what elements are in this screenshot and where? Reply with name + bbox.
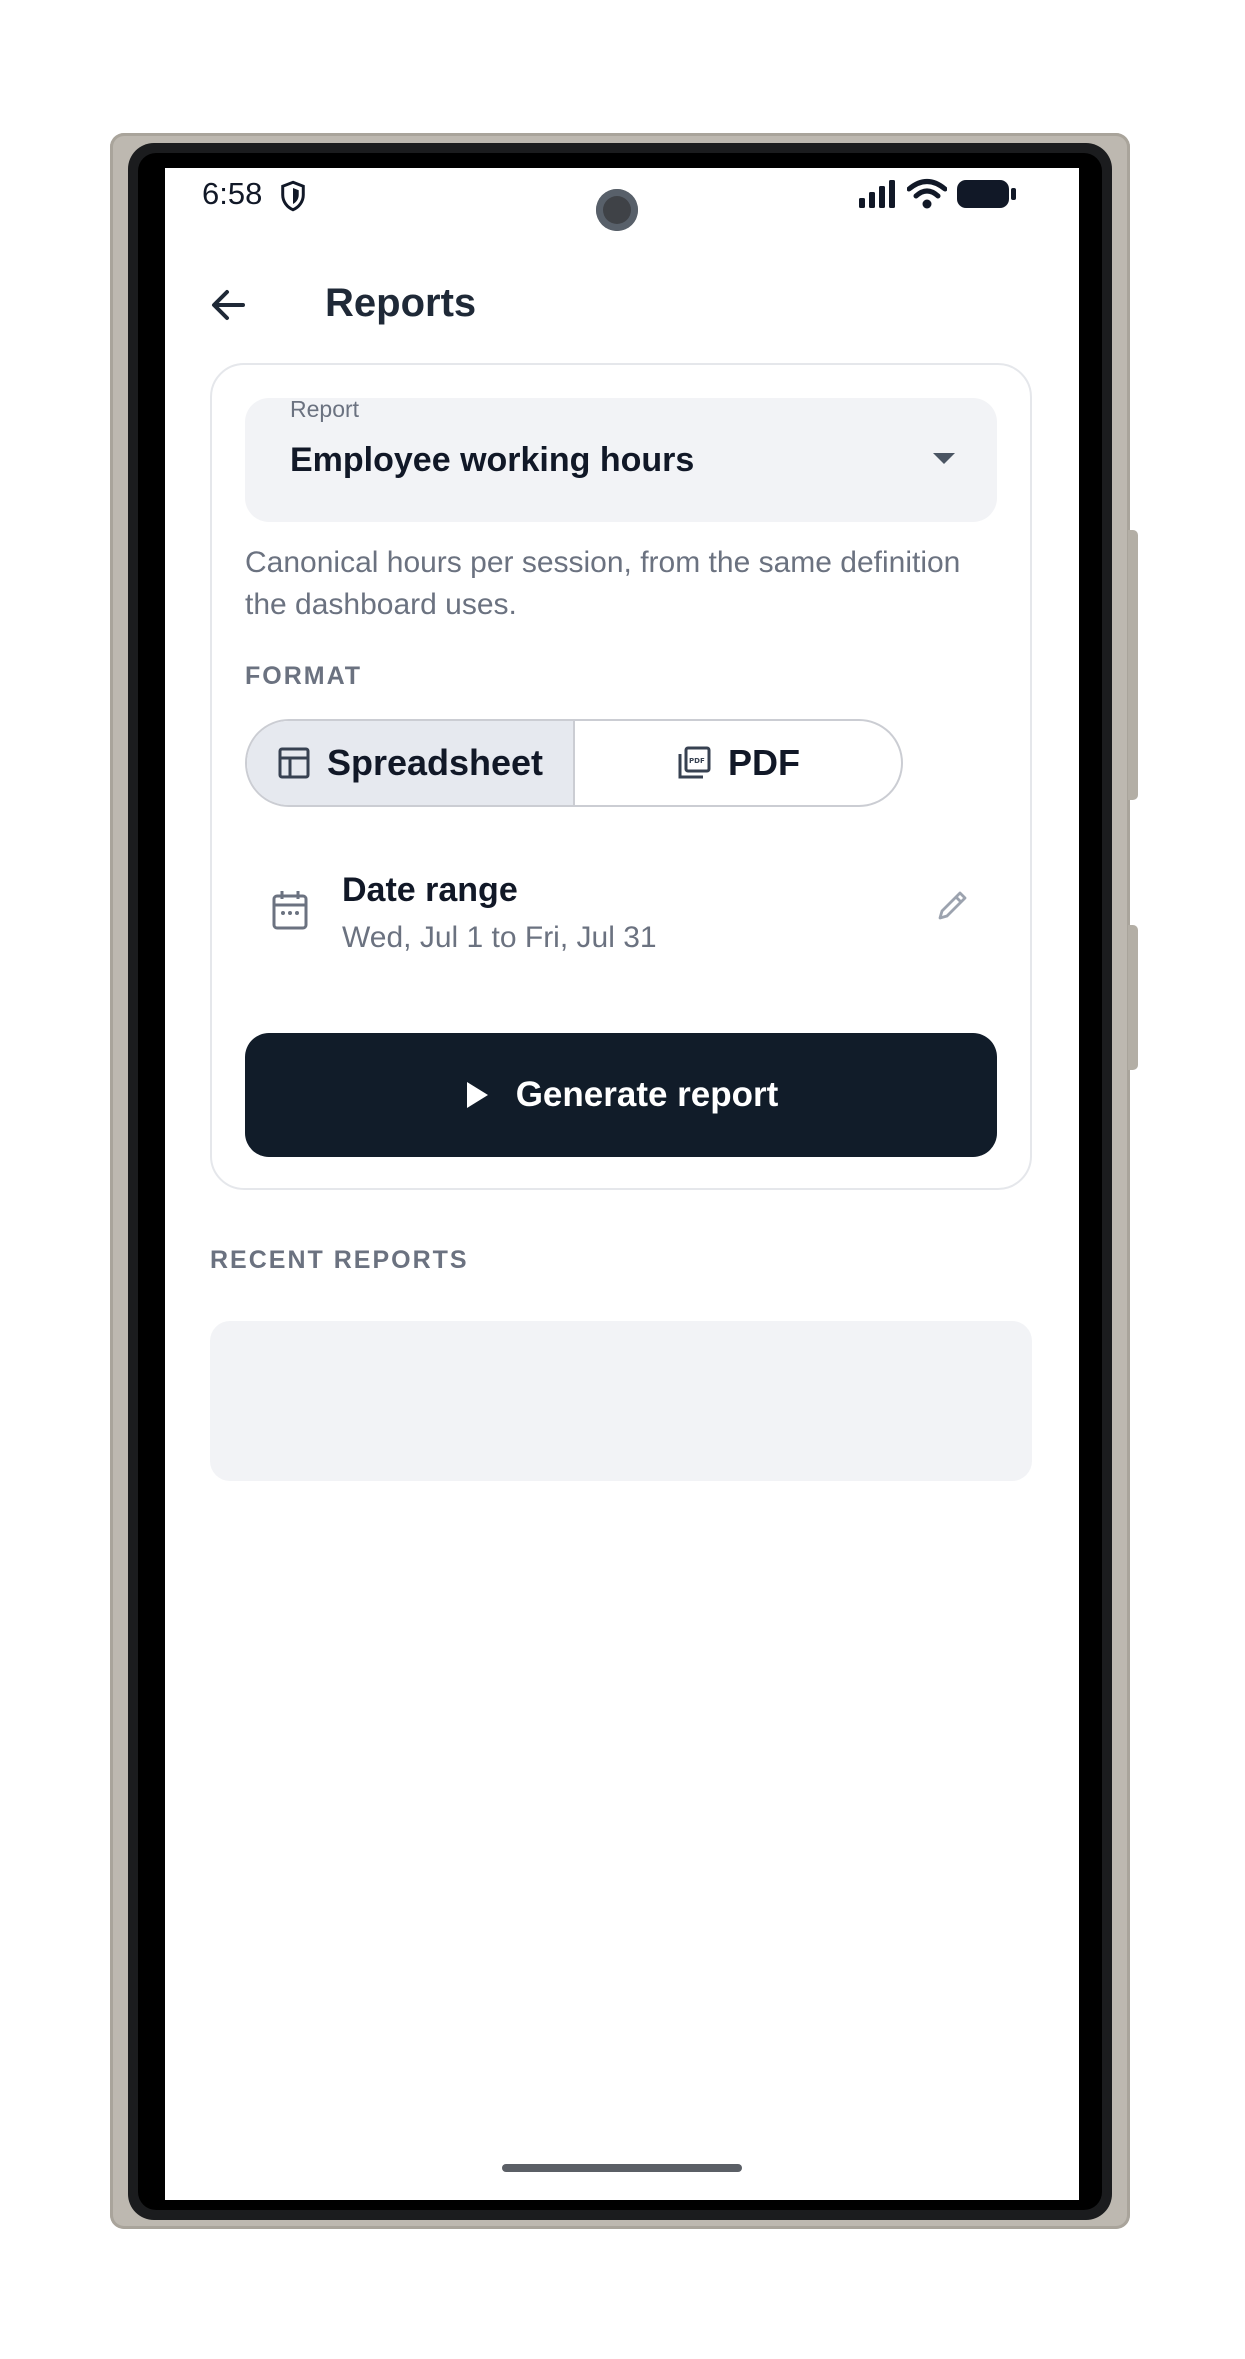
dropdown-caret-icon [933, 453, 955, 464]
play-icon [466, 1082, 488, 1108]
format-option-label: Spreadsheet [326, 742, 544, 783]
battery-icon [957, 180, 1016, 208]
status-bar: 6:58 [165, 168, 1079, 231]
report-select[interactable]: Report Employee working hours [245, 396, 997, 522]
calendar-icon [272, 891, 308, 930]
date-range-row[interactable]: Date range Wed, Jul 1 to Fri, Jul 31 [245, 865, 997, 975]
table-icon [278, 747, 310, 779]
shield-icon [281, 180, 305, 212]
format-option-pdf[interactable]: PDF PDF [575, 721, 901, 805]
front-camera [596, 189, 638, 231]
screen: 6:58 Reports Report Employee working hou… [165, 168, 1079, 2200]
format-label: FORMAT [245, 662, 363, 690]
home-indicator[interactable] [502, 2164, 742, 2172]
power-button [1128, 925, 1138, 1070]
generate-report-button[interactable]: Generate report [245, 1033, 997, 1157]
page-title: Reports [325, 281, 477, 325]
status-time: 6:58 [202, 176, 263, 211]
format-option-label: PDF [728, 742, 800, 783]
recent-reports-label: RECENT REPORTS [210, 1246, 469, 1274]
date-range-title: Date range [342, 871, 518, 909]
app-bar: Reports [165, 253, 1079, 363]
report-select-label: Report [290, 396, 360, 422]
back-arrow-icon[interactable] [205, 281, 253, 329]
svg-text:PDF: PDF [689, 757, 705, 765]
pdf-icon: PDF [678, 746, 711, 779]
report-config-card: Report Employee working hours Canonical … [210, 363, 1032, 1190]
signal-icon [859, 180, 895, 208]
report-description: Canonical hours per session, from the sa… [245, 546, 961, 621]
report-select-value: Employee working hours [290, 441, 695, 479]
date-range-value: Wed, Jul 1 to Fri, Jul 31 [342, 921, 657, 954]
format-option-spreadsheet[interactable]: Spreadsheet [247, 721, 575, 805]
format-toggle: Spreadsheet PDF PDF [245, 719, 903, 807]
volume-button [1128, 530, 1138, 800]
generate-report-label: Generate report [515, 1075, 779, 1114]
wifi-icon [907, 179, 947, 209]
recent-reports-list [210, 1321, 1032, 1481]
edit-pencil-icon[interactable] [935, 887, 971, 923]
